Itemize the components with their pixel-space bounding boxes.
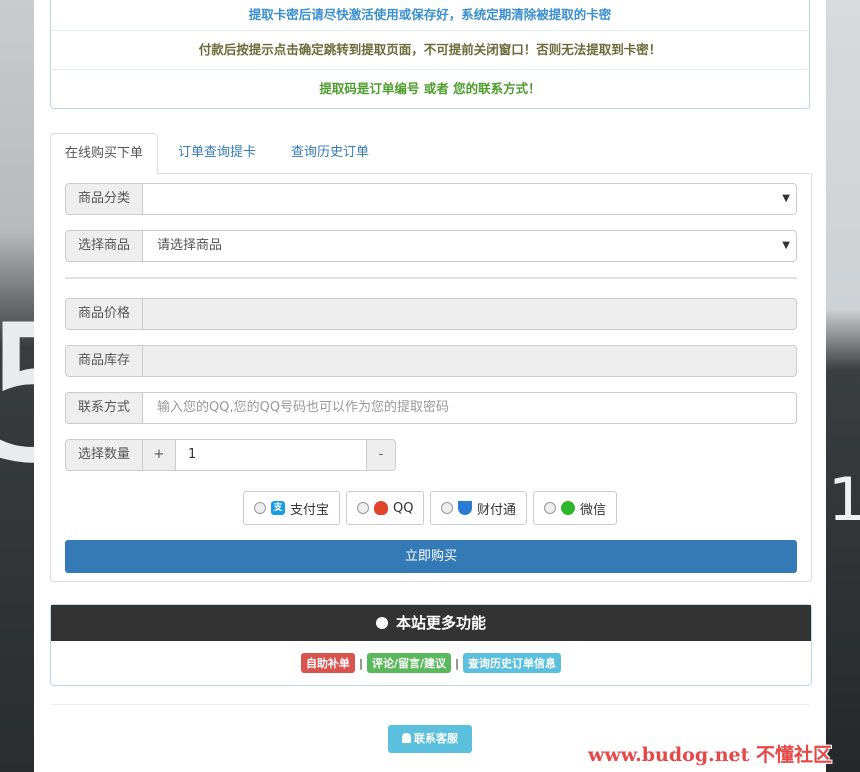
radio-icon <box>544 502 556 514</box>
radio-icon <box>441 502 453 514</box>
price-label: 商品价格 <box>65 298 143 330</box>
order-history-link[interactable]: 查询历史订单信息 <box>463 653 562 673</box>
tab-order-history[interactable]: 查询历史订单 <box>277 133 383 173</box>
tab-bar: 在线购买下单 订单查询提卡 查询历史订单 <box>50 133 810 175</box>
background-left: 5 <box>0 0 103 772</box>
quantity-label: 选择数量 <box>65 439 143 471</box>
payment-option-wechat[interactable]: 微信 <box>533 491 618 525</box>
payment-label: 财付通 <box>477 502 517 518</box>
radio-icon <box>254 502 266 514</box>
qq-penguin-icon <box>374 501 388 515</box>
category-group: 商品分类 ▼ <box>65 183 797 215</box>
notice-line-2: 付款后按提示点击确定跳转到提取页面，不可提前关闭窗口！否则无法提取到卡密！ <box>51 30 809 69</box>
alipay-icon: 支 <box>271 501 285 515</box>
buy-now-button[interactable]: 立即购买 <box>65 540 797 573</box>
form-divider <box>65 277 797 279</box>
watermark: www.budog.net 不懂社区 <box>588 744 833 766</box>
chevron-down-icon: ▼ <box>782 240 790 251</box>
category-label: 商品分类 <box>65 183 143 215</box>
price-field <box>143 298 797 330</box>
price-group: 商品价格 <box>65 298 797 330</box>
main-page: 提取卡密后请尽快激活使用或保存好，系统定期清除被提取的卡密 付款后按提示点击确定… <box>34 0 826 772</box>
payment-label: 支付宝 <box>290 502 330 518</box>
separator: | <box>455 657 460 670</box>
payment-label: 微信 <box>580 502 607 518</box>
features-header: 本站更多功能 <box>51 605 811 641</box>
user-icon <box>402 733 411 743</box>
payment-option-tenpay[interactable]: 财付通 <box>430 491 528 525</box>
separator: | <box>358 657 363 670</box>
wechat-icon <box>561 501 575 515</box>
features-links: 自助补单 | 评论/留言/建议 | 查询历史订单信息 <box>51 641 811 673</box>
tab-online-purchase[interactable]: 在线购买下单 <box>50 133 159 175</box>
tab-order-query[interactable]: 订单查询提卡 <box>164 133 270 173</box>
background-right: 1 <box>826 0 860 772</box>
stock-field <box>143 345 797 377</box>
payment-label: QQ <box>393 500 414 516</box>
radio-icon <box>357 502 369 514</box>
footer-divider <box>50 704 810 705</box>
category-select[interactable]: ▼ <box>143 183 797 215</box>
payment-option-alipay[interactable]: 支 支付宝 <box>243 491 341 525</box>
product-select[interactable]: 请选择商品 ▼ <box>143 230 797 262</box>
location-pin-icon <box>375 617 388 629</box>
product-label: 选择商品 <box>65 230 143 262</box>
notice-line-1: 提取卡密后请尽快激活使用或保存好，系统定期清除被提取的卡密 <box>248 7 612 22</box>
background-digit-right: 1 <box>828 465 860 535</box>
product-value: 请选择商品 <box>157 238 223 253</box>
contact-support-button[interactable]: 联系客服 <box>388 725 472 753</box>
quantity-plus-button[interactable]: + <box>143 439 176 471</box>
stock-label: 商品库存 <box>65 345 143 377</box>
quantity-stepper: 选择数量 + 1 - <box>65 439 396 471</box>
tenpay-icon <box>458 501 472 515</box>
contact-input[interactable]: 输入您的QQ,您的QQ号码也可以作为您的提取密码 <box>143 392 797 424</box>
self-reissue-link[interactable]: 自助补单 <box>300 653 355 673</box>
notice-line-3: 提取码是订单编号 或者 您的联系方式！ <box>51 69 809 108</box>
contact-label: 联系方式 <box>65 392 143 424</box>
comment-feedback-link[interactable]: 评论/留言/建议 <box>366 653 452 673</box>
quantity-input[interactable]: 1 <box>176 439 366 471</box>
contact-support-label: 联系客服 <box>414 732 458 745</box>
payment-option-qq[interactable]: QQ <box>346 491 425 525</box>
features-box: 本站更多功能 自助补单 | 评论/留言/建议 | 查询历史订单信息 <box>50 604 812 686</box>
contact-group: 联系方式 输入您的QQ,您的QQ号码也可以作为您的提取密码 <box>65 392 797 424</box>
features-title: 本站更多功能 <box>395 614 486 632</box>
contact-placeholder: 输入您的QQ,您的QQ号码也可以作为您的提取密码 <box>157 400 450 415</box>
quantity-minus-button[interactable]: - <box>366 439 396 471</box>
chevron-down-icon: ▼ <box>782 193 790 204</box>
notice-box: 提取卡密后请尽快激活使用或保存好，系统定期清除被提取的卡密 付款后按提示点击确定… <box>50 0 810 109</box>
product-group: 选择商品 请选择商品 ▼ <box>65 230 797 262</box>
purchase-panel: 商品分类 ▼ 选择商品 请选择商品 ▼ 商品价格 商品库存 联系方式 输入您的Q… <box>50 173 812 582</box>
stock-group: 商品库存 <box>65 345 797 377</box>
